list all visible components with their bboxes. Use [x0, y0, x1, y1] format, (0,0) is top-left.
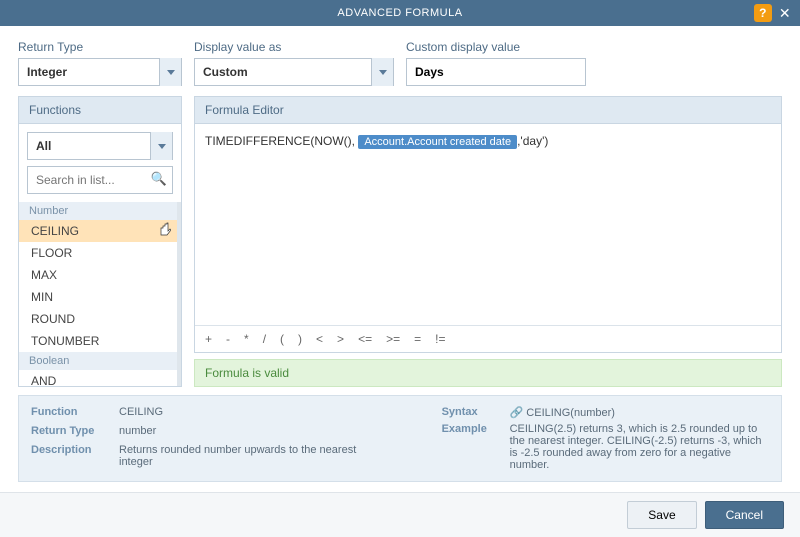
cancel-button[interactable]: Cancel — [705, 501, 784, 529]
function-info-panel: Function CEILING Return Type number Desc… — [18, 395, 782, 482]
function-item[interactable]: MIN — [19, 286, 177, 308]
category-label: Number — [19, 202, 177, 220]
function-item[interactable]: FLOOR — [19, 242, 177, 264]
operator-button[interactable]: > — [337, 332, 344, 346]
info-syntax-label: Syntax — [442, 406, 502, 419]
operator-button[interactable]: >= — [386, 332, 400, 346]
chevron-down-icon — [379, 70, 387, 75]
function-item[interactable]: MAX — [19, 264, 177, 286]
functions-panel: Functions All 🔍 NumberCEILINGFLOORMAXMIN… — [18, 96, 182, 387]
info-desc-value: Returns rounded number upwards to the ne… — [119, 444, 382, 471]
modal-footer: Save Cancel — [0, 492, 800, 537]
formula-token[interactable]: Account.Account created date — [358, 135, 517, 149]
display-as-select[interactable]: Custom — [194, 58, 394, 86]
chevron-down-icon — [167, 70, 175, 75]
formula-textarea[interactable]: TIMEDIFFERENCE(NOW(), Account.Account cr… — [195, 124, 781, 325]
custom-display-input[interactable] — [406, 58, 586, 86]
link-icon: 🔗 — [510, 407, 524, 419]
info-function-label: Function — [31, 406, 111, 421]
functions-header: Functions — [19, 97, 181, 124]
cursor-icon — [157, 222, 171, 241]
display-as-value: Custom — [203, 65, 248, 79]
operator-button[interactable]: = — [414, 332, 421, 346]
function-item[interactable]: CEILING — [19, 220, 177, 242]
advanced-formula-modal: ADVANCED FORMULA ? ✕ Return Type Integer… — [0, 0, 800, 537]
save-button[interactable]: Save — [627, 501, 696, 529]
return-type-label: Return Type — [18, 40, 182, 54]
formula-valid-message: Formula is valid — [194, 359, 782, 387]
function-item[interactable]: TONUMBER — [19, 330, 177, 352]
custom-display-label: Custom display value — [406, 40, 586, 54]
return-type-value: Integer — [27, 65, 67, 79]
formula-text-prefix: TIMEDIFFERENCE(NOW(), — [205, 134, 355, 148]
info-function-value: CEILING — [119, 406, 382, 421]
formula-editor-header: Formula Editor — [195, 97, 781, 124]
info-return-label: Return Type — [31, 425, 111, 440]
return-type-select[interactable]: Integer — [18, 58, 182, 86]
chevron-down-icon — [158, 144, 166, 149]
function-item[interactable]: ROUND — [19, 308, 177, 330]
operator-bar: +-* / () < > <= >= = != — [195, 325, 781, 352]
formula-text-suffix: ,'day') — [517, 134, 548, 148]
functions-filter-value: All — [36, 139, 51, 153]
close-icon[interactable]: ✕ — [776, 4, 794, 22]
operator-button[interactable]: < — [316, 332, 323, 346]
operator-button[interactable]: != — [435, 332, 445, 346]
operator-button[interactable]: - — [226, 332, 230, 346]
operator-button[interactable]: / — [263, 332, 266, 346]
info-example-value: CEILING(2.5) returns 3, which is 2.5 rou… — [510, 423, 769, 471]
function-item[interactable]: AND — [19, 370, 177, 386]
modal-header: ADVANCED FORMULA ? ✕ — [0, 0, 800, 26]
info-example-label: Example — [442, 423, 502, 471]
search-icon[interactable]: 🔍 — [151, 171, 167, 187]
operator-button[interactable]: * — [244, 332, 249, 346]
operator-button[interactable]: <= — [358, 332, 372, 346]
formula-editor: Formula Editor TIMEDIFFERENCE(NOW(), Acc… — [194, 96, 782, 353]
operator-button[interactable]: ) — [298, 332, 302, 346]
operator-button[interactable]: ( — [280, 332, 284, 346]
info-return-value: number — [119, 425, 382, 440]
modal-title: ADVANCED FORMULA — [337, 7, 462, 19]
help-icon[interactable]: ? — [754, 4, 772, 22]
category-label: Boolean — [19, 352, 177, 370]
operator-button[interactable]: + — [205, 332, 212, 346]
display-as-label: Display value as — [194, 40, 394, 54]
info-desc-label: Description — [31, 444, 111, 471]
functions-list[interactable]: NumberCEILINGFLOORMAXMINROUNDTONUMBERBoo… — [19, 202, 181, 386]
functions-filter-select[interactable]: All — [27, 132, 173, 160]
info-syntax-value: CEILING(number) — [526, 407, 615, 419]
